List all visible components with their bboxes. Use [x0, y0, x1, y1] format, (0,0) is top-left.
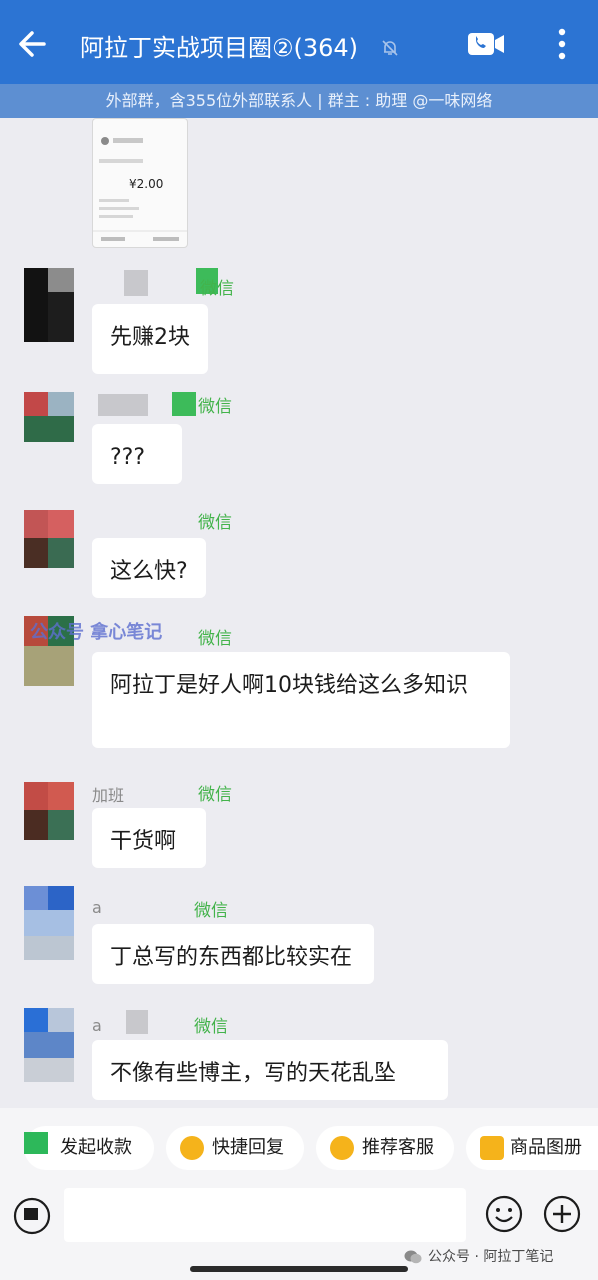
plus-icon[interactable]	[542, 1194, 582, 1234]
payment-icon	[24, 1132, 48, 1154]
product-album-label: 商品图册	[510, 1137, 582, 1158]
avatar[interactable]	[24, 886, 74, 960]
blurred-name	[98, 394, 148, 416]
message-bubble[interactable]: 先赚2块	[92, 304, 208, 374]
voice-input-icon[interactable]	[12, 1196, 52, 1236]
message-bubble[interactable]: ???	[92, 424, 182, 484]
recommend-service-label: 推荐客服	[362, 1137, 434, 1158]
home-indicator[interactable]	[190, 1266, 408, 1272]
message-bubble[interactable]: 丁总写的东西都比较实在	[92, 924, 374, 984]
quick-reply-label: 快捷回复	[212, 1137, 284, 1158]
collect-payment-button[interactable]: 发起收款	[24, 1126, 154, 1170]
avatar[interactable]	[24, 268, 74, 342]
message-bubble[interactable]: 干货啊	[92, 808, 206, 868]
wechat-tag: 微信	[198, 785, 232, 805]
overlay-watermark: 公众号 拿心笔记	[30, 622, 163, 643]
avatar[interactable]	[24, 392, 74, 466]
wechat-tag: 微信	[198, 513, 232, 533]
bell-off-icon	[380, 38, 400, 58]
wechat-tag: 微信	[200, 279, 234, 299]
input-panel: 发起收款 快捷回复 推荐客服 商品图册 公众号 · 阿拉丁笔记	[0, 1108, 598, 1280]
avatar[interactable]	[24, 782, 74, 856]
recommend-service-button[interactable]: 推荐客服	[316, 1126, 454, 1170]
chat-area[interactable]: ¥2.00 微信 先赚2块 微信 ??? 微信 这么快? 公众号 拿心笔记 微信…	[0, 118, 598, 1108]
message-input[interactable]	[64, 1188, 466, 1242]
wechat-tag: 微信	[194, 901, 228, 921]
blurred-name	[126, 1010, 148, 1034]
video-call-icon[interactable]	[466, 30, 506, 58]
footer-watermark: 公众号 · 阿拉丁笔记	[404, 1246, 553, 1266]
chat-header: 阿拉丁实战项目圈②(364)	[0, 0, 598, 84]
message-bubble[interactable]: 不像有些博主，写的天花乱坠	[92, 1040, 448, 1100]
group-title: 阿拉丁实战项目圈②(364)	[80, 34, 359, 62]
collect-payment-label: 发起收款	[60, 1137, 132, 1158]
back-arrow-icon[interactable]	[14, 26, 54, 62]
receipt-amount: ¥2.00	[129, 177, 164, 191]
more-vertical-icon[interactable]	[548, 24, 576, 64]
avatar[interactable]	[24, 1008, 74, 1082]
footer-watermark-text: 公众号 · 阿拉丁笔记	[428, 1249, 554, 1265]
payment-receipt-image[interactable]: ¥2.00	[92, 118, 188, 248]
wechat-official-account-icon	[404, 1250, 422, 1264]
wechat-tag: 微信	[194, 1017, 228, 1037]
emoji-icon[interactable]	[484, 1194, 524, 1234]
message-bubble[interactable]: 这么快?	[92, 538, 206, 598]
wechat-tag: 微信	[198, 397, 232, 417]
chat-bubble-icon	[330, 1136, 354, 1160]
message-bubble[interactable]: 阿拉丁是好人啊10块钱给这么多知识	[92, 652, 510, 748]
blurred-name	[124, 270, 148, 296]
avatar[interactable]	[24, 510, 74, 584]
sender-name: a	[92, 1016, 102, 1035]
quick-reply-button[interactable]: 快捷回复	[166, 1126, 304, 1170]
quick-reply-icon	[180, 1136, 204, 1160]
blurred-name	[172, 392, 196, 416]
wechat-tag: 微信	[198, 629, 232, 649]
sender-name: a	[92, 898, 102, 917]
sender-name: 加班	[92, 786, 125, 805]
product-album-button[interactable]: 商品图册	[466, 1126, 598, 1170]
group-info-bar[interactable]: 外部群，含355位外部联系人 | 群主 : 助理 @一味网络	[0, 84, 598, 118]
album-icon	[480, 1136, 504, 1160]
